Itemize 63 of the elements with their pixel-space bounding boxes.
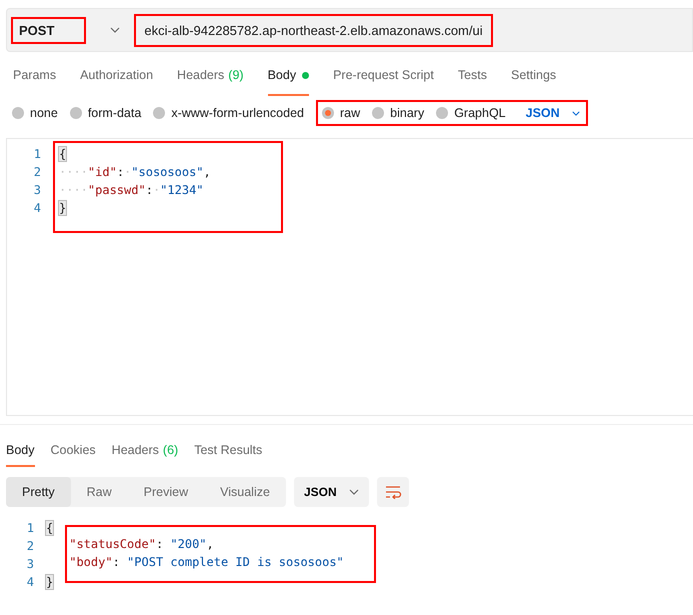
code-bracket: } [59, 201, 66, 215]
view-mode-tab[interactable]: Preview [128, 477, 204, 507]
whitespace-marker: ···· [59, 165, 88, 179]
caret-icon [348, 489, 359, 495]
format-dropdown[interactable]: JSON [518, 104, 584, 122]
body-type-radio[interactable]: form-data [70, 104, 142, 122]
caret-icon [572, 110, 580, 116]
request-tab[interactable]: Body [268, 68, 310, 96]
code-token: , [204, 165, 211, 179]
request-tab[interactable]: Headers (9) [177, 68, 244, 96]
request-tab[interactable]: Params [13, 68, 56, 96]
method-select[interactable]: POST [13, 18, 84, 42]
code-token: "passwd" [88, 183, 146, 197]
body-type-radio[interactable]: none [12, 104, 58, 122]
code-token: : [146, 183, 153, 197]
body-type-radio[interactable]: GraphQL [436, 104, 506, 122]
code-token: "200" [170, 537, 207, 551]
code-token: : [112, 555, 121, 569]
tab-count: (6) [162, 443, 178, 457]
response-tab[interactable]: Test Results [194, 443, 262, 467]
code-bracket: { [59, 147, 66, 161]
request-tab[interactable]: Tests [458, 68, 487, 96]
code-token: "POST complete ID is sososoos" [127, 555, 344, 569]
view-mode-tab[interactable]: Visualize [204, 477, 286, 507]
whitespace-marker: · [152, 183, 160, 197]
code-token: "id" [88, 165, 117, 179]
code-token: "1234" [160, 183, 204, 197]
line-number: 3 [32, 183, 41, 197]
whitespace-marker: ···· [59, 183, 88, 197]
line-number: 4 [32, 201, 41, 215]
code-bracket: { [46, 521, 54, 535]
body-type-radio[interactable]: x-www-form-urlencoded [153, 104, 304, 122]
code-bracket: } [46, 575, 54, 589]
line-number: 4 [26, 575, 34, 589]
code-token: "body" [69, 555, 113, 569]
line-number: 1 [26, 521, 34, 535]
wrap-lines-icon [384, 485, 402, 499]
code-token: , [206, 537, 214, 551]
response-tab[interactable]: Cookies [50, 443, 96, 467]
wrap-button[interactable] [376, 477, 409, 507]
line-number: 2 [26, 539, 34, 553]
body-type-radio[interactable]: binary [372, 104, 424, 122]
code-token: "sososoos" [131, 165, 204, 179]
tab-count: (9) [228, 68, 244, 82]
url-field[interactable]: ekci-alb-942285782.ap-northeast-2.elb.amazonaws.com/ui [136, 16, 491, 44]
caret-icon [110, 27, 120, 33]
line-number: 1 [32, 147, 41, 161]
code-token: : [156, 537, 164, 551]
response-tab[interactable]: Headers (6) [112, 443, 178, 467]
request-body-editor[interactable]: 1 2 3 4 { ····"id":·"sososoos", ····"passwd":·"1234" } [6, 138, 693, 416]
line-number: 2 [32, 165, 41, 179]
code-token: "statusCode" [69, 537, 156, 551]
whitespace-marker: · [124, 165, 132, 179]
code-token: : [116, 165, 124, 179]
body-type-radio[interactable]: raw [322, 104, 360, 122]
request-tab[interactable]: Pre-request Script [333, 68, 434, 96]
line-number: 3 [26, 557, 34, 571]
view-mode-tab[interactable]: Raw [70, 477, 128, 507]
format-dropdown[interactable]: JSON [294, 477, 369, 507]
request-tab[interactable]: Authorization [80, 68, 154, 96]
response-tab[interactable]: Body [6, 443, 34, 467]
view-mode-tab[interactable]: Pretty [6, 477, 71, 507]
request-tab[interactable]: Settings [511, 68, 556, 96]
